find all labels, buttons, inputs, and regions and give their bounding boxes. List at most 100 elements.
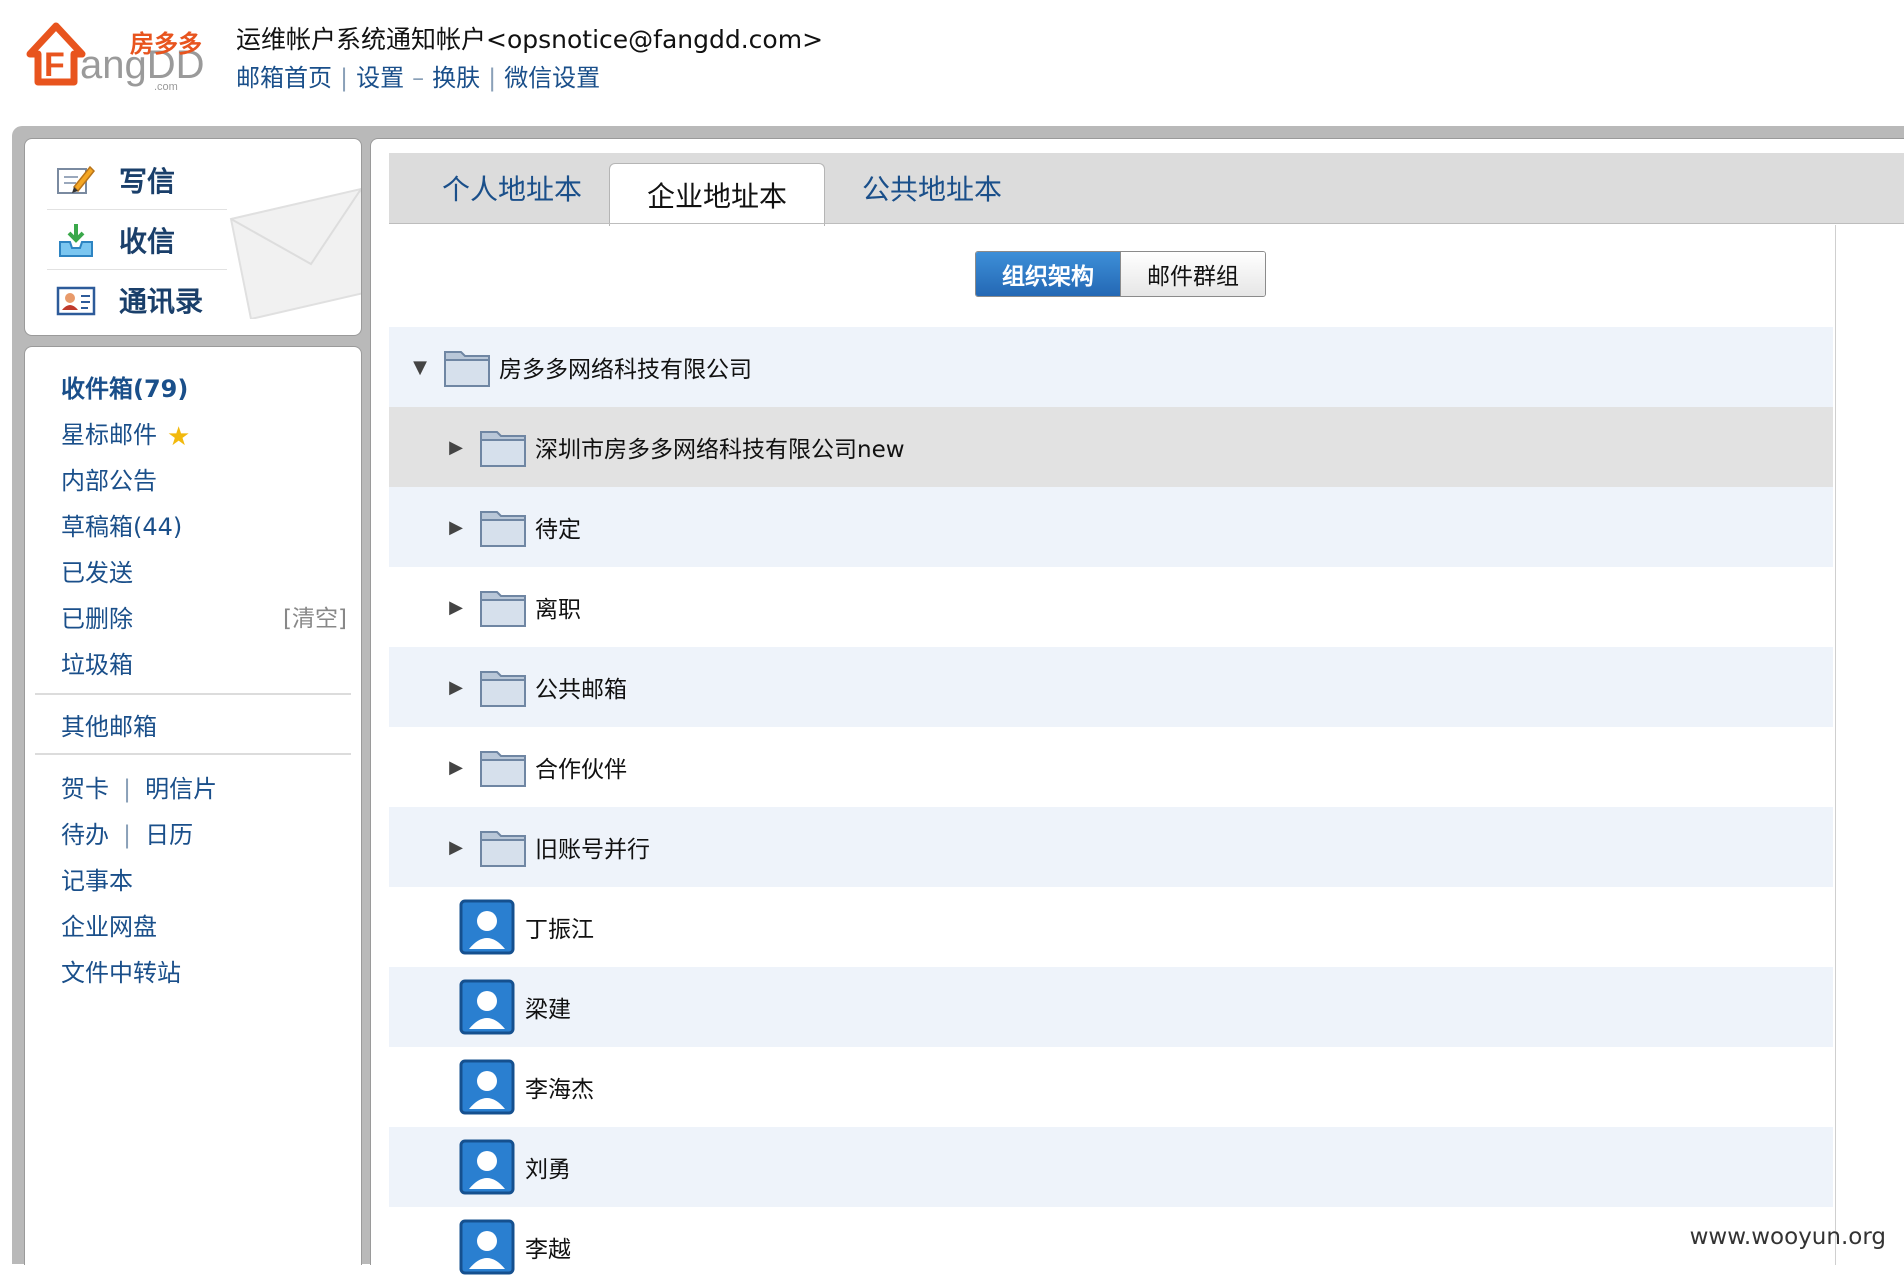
person-avatar-icon (459, 1139, 515, 1195)
tree-folder-row[interactable]: ▶ 旧账号并行 (389, 807, 1833, 887)
address-book-panel: 个人地址本 企业地址本 公共地址本 组织架构 邮件群组 ▼ 房多多网络科技有限公… (370, 138, 1904, 1275)
nav-greeting-card[interactable]: 贺卡 (61, 775, 109, 803)
tree-folder-row[interactable]: ▶ 深圳市房多多网络科技有限公司new (389, 407, 1833, 487)
folder-icon (444, 351, 490, 387)
tab-personal-address-book[interactable]: 个人地址本 (417, 153, 607, 223)
logo-brand-text: 房多多 (130, 30, 202, 58)
tree-folder-label: 深圳市房多多网络科技有限公司new (535, 437, 905, 463)
contact-row[interactable]: 李海杰 (389, 1047, 1833, 1127)
compose-label: 写信 (119, 165, 176, 198)
org-structure-button[interactable]: 组织架构 (976, 252, 1120, 296)
nav-deleted[interactable]: 已删除 (61, 599, 133, 634)
person-avatar-icon (459, 979, 515, 1035)
caret-right-icon[interactable]: ▶ (443, 757, 469, 778)
nav-inbox[interactable]: 收件箱(79) (61, 369, 188, 404)
contacts-card-icon (55, 281, 97, 319)
tree-folder-label: 离职 (535, 597, 581, 623)
divider (35, 693, 351, 695)
nav-starred[interactable]: 星标邮件 ★ (61, 415, 190, 452)
nav-cards-row: 贺卡 | 明信片 (61, 769, 217, 804)
nav-file-transfer[interactable]: 文件中转站 (61, 953, 181, 988)
link-skin[interactable]: 换肤 (432, 64, 480, 92)
tree-root-row[interactable]: ▼ 房多多网络科技有限公司 (389, 327, 1833, 407)
contact-name: 梁建 (525, 997, 571, 1023)
divider (35, 753, 351, 755)
folder-icon (480, 671, 526, 707)
nav-enterprise-disk[interactable]: 企业网盘 (61, 907, 157, 942)
star-icon: ★ (167, 422, 191, 452)
caret-right-icon[interactable]: ▶ (443, 517, 469, 538)
nav-other-mailboxes[interactable]: 其他邮箱 (61, 707, 157, 742)
folder-navigation: 收件箱(79) 星标邮件 ★ 内部公告 草稿箱(44) 已发送 已删除 [清空] … (24, 346, 362, 1265)
nav-notices[interactable]: 内部公告 (61, 461, 157, 496)
contact-row[interactable]: 丁振江 (389, 887, 1833, 967)
person-avatar-icon (459, 1059, 515, 1115)
clear-deleted-link[interactable]: [清空] (283, 599, 347, 633)
tree-folder-label: 待定 (535, 517, 581, 543)
receive-button[interactable]: 收信 (55, 213, 175, 267)
link-settings[interactable]: 设置 (356, 64, 404, 92)
tab-underline (389, 223, 1904, 224)
inbox-download-icon (55, 221, 97, 259)
link-mail-home[interactable]: 邮箱首页 (236, 64, 332, 92)
receive-label: 收信 (119, 225, 176, 258)
svg-text:F: F (44, 46, 65, 84)
svg-text:.com: .com (154, 81, 178, 93)
envelope-decoration-icon (229, 187, 361, 319)
org-tree: ▼ 房多多网络科技有限公司 ▶ 深圳市房多多网络科技有限公司new ▶ 待定 ▶… (389, 327, 1833, 1287)
person-avatar-icon (459, 899, 515, 955)
nav-drafts[interactable]: 草稿箱(44) (61, 507, 182, 542)
quick-actions-panel: 写信 收信 通讯录 (24, 138, 362, 336)
divider (47, 269, 227, 270)
caret-right-icon[interactable]: ▶ (443, 597, 469, 618)
nav-notepad[interactable]: 记事本 (61, 861, 133, 896)
contacts-button[interactable]: 通讯录 (55, 273, 203, 327)
separator: | (340, 64, 349, 92)
caret-right-icon[interactable]: ▶ (443, 437, 469, 458)
contact-name: 丁振江 (525, 917, 594, 943)
contact-row[interactable]: 刘勇 (389, 1127, 1833, 1207)
nav-todo-row: 待办 | 日历 (61, 815, 193, 850)
nav-todo[interactable]: 待办 (61, 821, 109, 849)
caret-right-icon[interactable]: ▶ (443, 677, 469, 698)
tree-folder-label: 旧账号并行 (535, 837, 650, 863)
tree-root-label: 房多多网络科技有限公司 (499, 357, 752, 383)
person-avatar-icon (459, 1219, 515, 1275)
tree-folder-row[interactable]: ▶ 合作伙伴 (389, 727, 1833, 807)
folder-icon (480, 511, 526, 547)
caret-right-icon[interactable]: ▶ (443, 837, 469, 858)
tab-enterprise-address-book[interactable]: 企业地址本 (609, 163, 825, 226)
top-links: 邮箱首页 | 设置 – 换肤 | 微信设置 (236, 58, 600, 93)
nav-sent[interactable]: 已发送 (61, 553, 133, 588)
contacts-label: 通讯录 (119, 285, 204, 318)
folder-icon (480, 591, 526, 627)
nav-postcard[interactable]: 明信片 (145, 775, 217, 803)
address-book-tabs: 个人地址本 企业地址本 公共地址本 (389, 153, 1904, 226)
mail-groups-button[interactable]: 邮件群组 (1120, 252, 1265, 296)
contact-row[interactable]: 李越 (389, 1207, 1833, 1287)
contact-row[interactable]: 梁建 (389, 967, 1833, 1047)
nav-starred-label: 星标邮件 (61, 421, 157, 449)
nav-calendar[interactable]: 日历 (145, 821, 193, 849)
panel-divider (1835, 225, 1836, 1265)
compose-button[interactable]: 写信 (55, 153, 175, 207)
contact-name: 李越 (525, 1237, 571, 1263)
header: F angDD .com 房多多 运维帐户系统通知帐户<opsnotice@fa… (0, 0, 1904, 126)
tree-folder-row[interactable]: ▶ 待定 (389, 487, 1833, 567)
fangdd-logo[interactable]: F angDD .com 房多多 (26, 18, 212, 94)
separator: | (123, 821, 132, 849)
link-wechat-settings[interactable]: 微信设置 (504, 64, 600, 92)
separator: | (123, 775, 132, 803)
view-toggle: 组织架构 邮件群组 (975, 251, 1266, 297)
tab-public-address-book[interactable]: 公共地址本 (825, 153, 1039, 223)
folder-icon (480, 831, 526, 867)
tree-folder-label: 公共邮箱 (535, 677, 627, 703)
watermark: www.wooyun.org (1689, 1224, 1886, 1250)
tree-folder-row[interactable]: ▶ 公共邮箱 (389, 647, 1833, 727)
caret-down-icon[interactable]: ▼ (407, 357, 433, 378)
folder-icon (480, 431, 526, 467)
account-name: 运维帐户系统通知帐户<opsnotice@fangdd.com> (236, 25, 824, 54)
nav-spam[interactable]: 垃圾箱 (61, 645, 133, 680)
tree-folder-row[interactable]: ▶ 离职 (389, 567, 1833, 647)
divider (47, 209, 227, 210)
